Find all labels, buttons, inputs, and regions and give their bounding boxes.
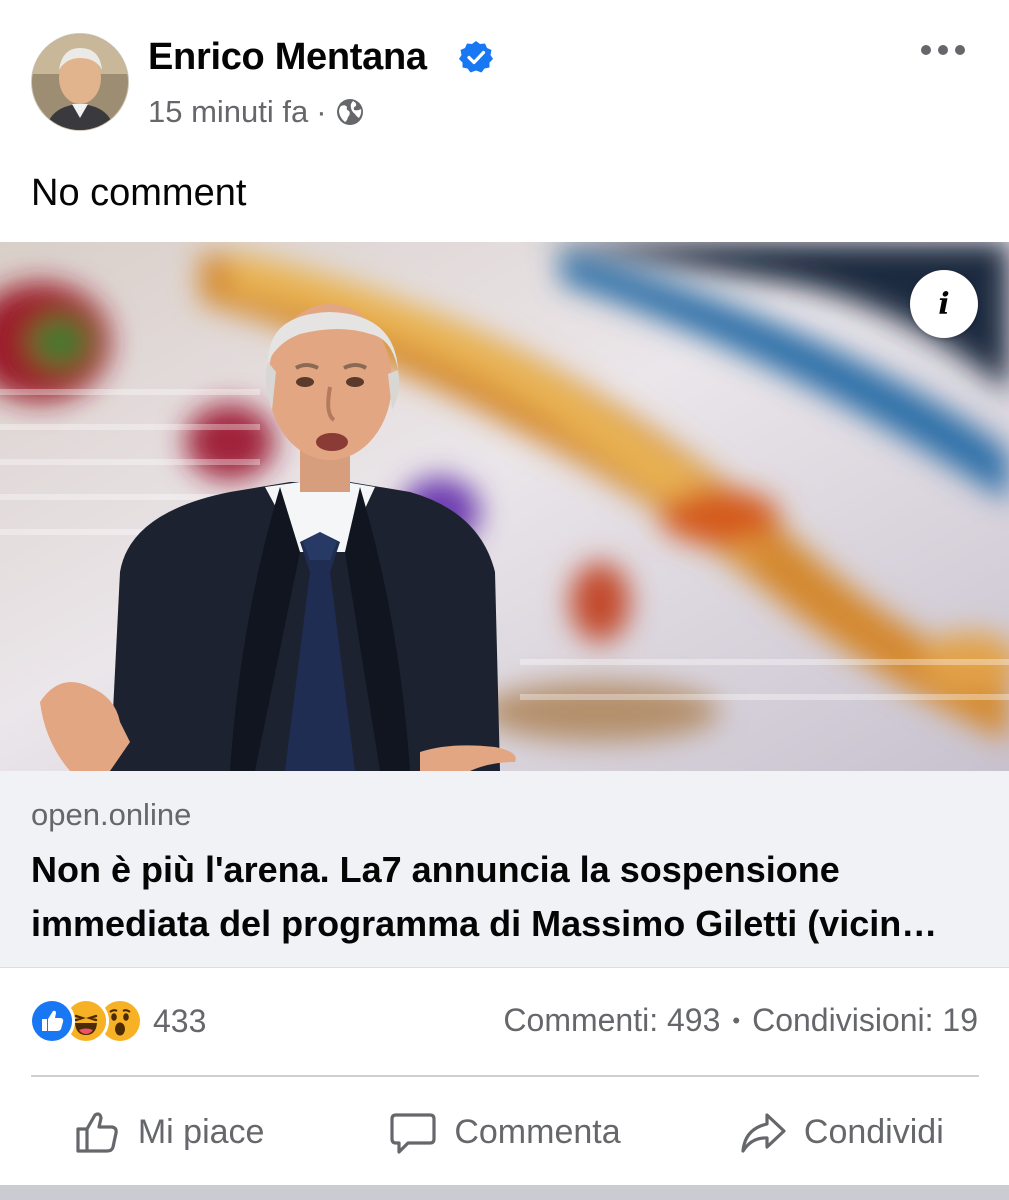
thumbs-up-icon bbox=[76, 1112, 118, 1153]
author-name[interactable]: Enrico Mentana bbox=[148, 36, 427, 79]
share-arrow-icon bbox=[741, 1113, 786, 1153]
feed-separator bbox=[0, 1185, 1009, 1200]
article-photo bbox=[0, 242, 1009, 771]
post-actions-bar: Mi piace Commenta Condividi bbox=[0, 1086, 1009, 1178]
more-options-icon[interactable] bbox=[921, 38, 965, 62]
meta-separator: · bbox=[316, 94, 327, 129]
post-meta: 15 minuti fa · bbox=[148, 94, 365, 130]
reactions-summary[interactable]: 433 bbox=[29, 998, 207, 1044]
comment-icon bbox=[390, 1113, 436, 1154]
info-button[interactable]: i bbox=[910, 270, 978, 338]
more-dot bbox=[938, 45, 948, 55]
share-label: Condividi bbox=[803, 1112, 944, 1151]
verified-badge-icon bbox=[459, 41, 493, 73]
link-headline[interactable]: Non è più l'arena. La7 annuncia la sospe… bbox=[31, 843, 981, 951]
link-domain: open.online bbox=[31, 797, 192, 832]
stats-separator: • bbox=[732, 1007, 741, 1033]
like-reaction-icon bbox=[29, 998, 75, 1044]
like-button[interactable]: Mi piace bbox=[0, 1086, 336, 1178]
post-stats: Commenti: 493 • Condivisioni: 19 bbox=[503, 1002, 978, 1039]
reaction-count: 433 bbox=[153, 1002, 207, 1039]
more-dot bbox=[921, 45, 931, 55]
globe-icon bbox=[336, 99, 363, 125]
author-avatar[interactable] bbox=[31, 33, 129, 131]
comment-label: Commenta bbox=[454, 1112, 621, 1151]
share-button[interactable]: Condividi bbox=[673, 1086, 1009, 1178]
shares-count[interactable]: Condivisioni: 19 bbox=[752, 1002, 978, 1039]
post-caption: No comment bbox=[31, 172, 247, 214]
avatar-photo bbox=[32, 34, 128, 130]
more-dot bbox=[955, 45, 965, 55]
link-preview-meta[interactable]: open.online Non è più l'arena. La7 annun… bbox=[0, 771, 1009, 968]
comments-count[interactable]: Commenti: 493 bbox=[503, 1002, 720, 1039]
like-label: Mi piace bbox=[137, 1112, 265, 1151]
post-timestamp[interactable]: 15 minuti fa bbox=[148, 94, 308, 130]
facebook-post: Enrico Mentana 15 minuti fa · No comment bbox=[0, 0, 1009, 1185]
actions-divider bbox=[31, 1075, 979, 1077]
comment-button[interactable]: Commenta bbox=[336, 1086, 672, 1178]
link-preview-image[interactable] bbox=[0, 242, 1009, 771]
